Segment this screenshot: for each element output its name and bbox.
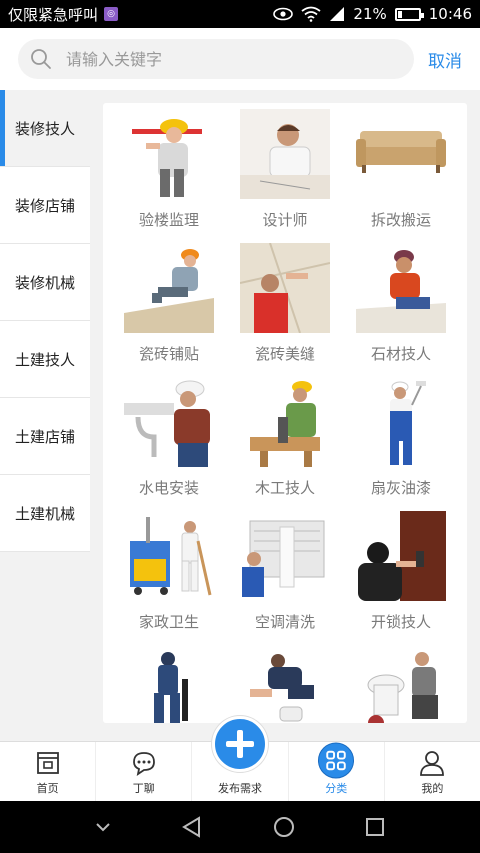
grid-item-label: 瓷砖铺贴 [138, 345, 199, 363]
recent-apps-icon[interactable] [365, 817, 385, 837]
grid-item-label: 木工技人 [254, 479, 315, 497]
chevron-down-icon[interactable] [95, 822, 111, 832]
grid-item[interactable]: 木工技人 [227, 377, 343, 511]
grid-item-label: 拆改搬运 [370, 211, 431, 229]
search-input[interactable] [66, 49, 402, 69]
worker-drill-photo [124, 645, 214, 723]
plumber-photo [124, 377, 214, 467]
sidebar-item-construction-machinery[interactable]: 土建机械 [0, 475, 90, 552]
tab-label: 分类 [325, 782, 348, 795]
battery-icon [394, 7, 424, 21]
grid-item-label: 瓷砖美缝 [254, 345, 315, 363]
carrier-text: 仅限紧急呼叫 [8, 5, 99, 24]
status-bar: 仅限紧急呼叫 ◎ 21% 10:46 [0, 0, 480, 28]
grid-item-label: 验楼监理 [138, 211, 199, 229]
grid-item-label: 空调清洗 [254, 613, 315, 631]
category-sidebar: 装修技人 装修店铺 装修机械 土建技人 土建店铺 土建机械 [0, 90, 90, 743]
grid-item-label: 设计师 [262, 211, 308, 229]
sidebar-item-label: 土建机械 [14, 504, 75, 523]
grid-item-label: 开锁技人 [370, 613, 431, 631]
wifi-icon [301, 6, 321, 22]
service-grid-panel: 验楼监理 设计师 拆改搬运 瓷砖铺贴 瓷砖美缝 石材技人 水电安装 木工技人 扇… [103, 103, 467, 723]
grid-item-label: 家政卫生 [138, 613, 199, 631]
grid-item[interactable]: 家政卫生 [111, 511, 227, 645]
sidebar-item-decoration-workers[interactable]: 装修技人 [0, 90, 90, 167]
grid-item[interactable]: 拆改搬运 [343, 109, 459, 243]
signal-icon [330, 7, 345, 21]
category-icon [318, 742, 355, 779]
grout-photo [240, 243, 330, 333]
tab-home[interactable]: 首页 [0, 742, 97, 801]
stone-worker-photo [356, 243, 446, 333]
grid-item-label: 石材技人 [370, 345, 431, 363]
publish-button[interactable] [212, 716, 268, 772]
grid-item[interactable]: 瓷砖美缝 [227, 243, 343, 377]
search-bar: 取消 [0, 28, 480, 90]
grid-item[interactable]: 设计师 [227, 109, 343, 243]
user-icon [420, 751, 445, 776]
tab-profile[interactable]: 我的 [385, 742, 480, 801]
grid-item[interactable] [227, 645, 343, 723]
sidebar-item-decoration-shops[interactable]: 装修店铺 [0, 167, 90, 244]
back-icon[interactable] [181, 816, 203, 838]
locksmith-photo [356, 511, 446, 601]
bottom-tab-bar: 首页 丁聊 发布需求 分类 我的 [0, 716, 480, 801]
grid-item[interactable]: 石材技人 [343, 243, 459, 377]
plus-icon [226, 730, 254, 758]
carpenter-photo [240, 377, 330, 467]
floor-worker-photo [240, 645, 330, 723]
battery-percent: 21% [353, 5, 387, 23]
chat-icon [132, 752, 155, 776]
tab-label: 丁聊 [132, 782, 155, 795]
tiler-photo [124, 243, 214, 333]
sidebar-item-construction-shops[interactable]: 土建店铺 [0, 398, 90, 475]
clock: 10:46 [428, 5, 472, 23]
tab-label: 发布需求 [218, 782, 262, 795]
tab-chat[interactable]: 丁聊 [96, 742, 193, 801]
sidebar-item-label: 土建技人 [14, 350, 75, 369]
grid-item[interactable] [111, 645, 227, 723]
grid-item[interactable]: 开锁技人 [343, 511, 459, 645]
grid-item[interactable]: 扇灰油漆 [343, 377, 459, 511]
home-circle-icon[interactable] [273, 816, 295, 838]
sidebar-item-label: 装修技人 [14, 119, 75, 138]
grid-item[interactable]: 水电安装 [111, 377, 227, 511]
grid-item-label: 水电安装 [138, 479, 199, 497]
cleaner-photo [124, 511, 214, 601]
sidebar-item-construction-workers[interactable]: 土建技人 [0, 321, 90, 398]
home-icon [36, 752, 59, 774]
tab-label: 我的 [421, 782, 444, 795]
grid-item-label: 扇灰油漆 [370, 479, 431, 497]
toilet-installer-photo [356, 645, 446, 723]
inspector-photo [124, 109, 214, 199]
sidebar-item-label: 装修店铺 [14, 196, 75, 215]
system-nav-bar [0, 801, 480, 853]
grid-item[interactable]: 验楼监理 [111, 109, 227, 243]
grid-item[interactable]: 瓷砖铺贴 [111, 243, 227, 377]
tab-category[interactable]: 分类 [289, 742, 385, 801]
sidebar-item-label: 土建店铺 [14, 427, 75, 446]
sofa-photo [356, 109, 446, 199]
tab-publish[interactable]: 发布需求 [192, 716, 289, 801]
eye-icon [273, 7, 294, 21]
designer-photo [240, 109, 330, 199]
sidebar-item-decoration-machinery[interactable]: 装修机械 [0, 244, 90, 321]
ac-cleaning-photo [240, 511, 330, 601]
grid-item[interactable] [343, 645, 459, 723]
sim-icon: ◎ [104, 7, 119, 21]
sidebar-item-label: 装修机械 [14, 273, 75, 292]
grid-item[interactable]: 空调清洗 [227, 511, 343, 645]
search-icon [31, 49, 51, 69]
cancel-button[interactable]: 取消 [428, 47, 462, 72]
tab-label: 首页 [36, 782, 59, 795]
painter-photo [356, 377, 446, 467]
search-box[interactable] [18, 39, 414, 79]
